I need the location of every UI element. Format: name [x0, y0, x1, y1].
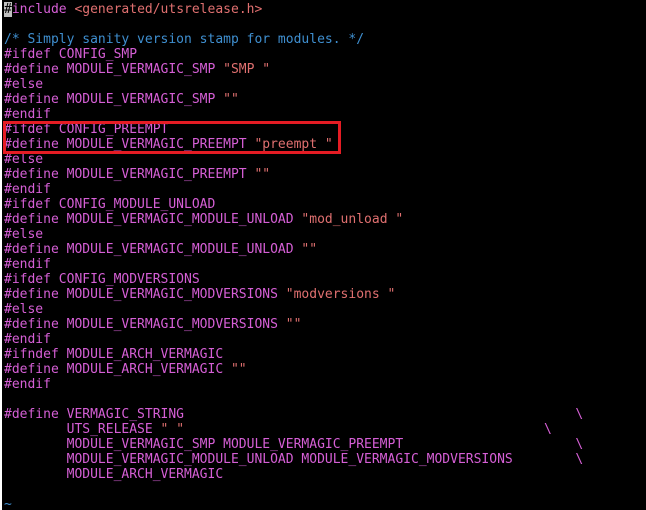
- code-line: #else: [4, 227, 583, 242]
- code-line: #endif: [4, 107, 583, 122]
- code-token: #define MODULE_VERMAGIC_PREEMPT: [4, 167, 255, 182]
- code-token: "SMP ": [223, 62, 271, 77]
- code-line: #endif: [4, 332, 583, 347]
- code-token: #ifndef MODULE_ARCH_VERMAGIC: [4, 347, 224, 362]
- code-token: #ifdef CONFIG_MODULE_UNLOAD: [4, 197, 216, 212]
- code-token: #define MODULE_ARCH_VERMAGIC: [4, 362, 231, 377]
- code-token: "": [230, 362, 247, 377]
- code-line: #define MODULE_VERMAGIC_PREEMPT "": [4, 167, 583, 182]
- code-token: #else: [4, 302, 44, 317]
- code-token: #define MODULE_VERMAGIC_MODVERSIONS: [4, 317, 286, 332]
- code-line: UTS_RELEASE " " \: [4, 422, 583, 437]
- code-line: #define MODULE_VERMAGIC_MODULE_UNLOAD "": [4, 242, 583, 257]
- code-line: #define MODULE_VERMAGIC_MODVERSIONS "": [4, 317, 583, 332]
- code-line: ~: [4, 497, 583, 510]
- source-code-view[interactable]: #include <generated/utsrelease.h> /* Simp…: [4, 2, 583, 510]
- code-line: #endif: [4, 377, 583, 392]
- code-line: #ifdef CONFIG_SMP: [4, 47, 583, 62]
- code-token: "modversions ": [285, 287, 396, 302]
- code-token: #else: [4, 77, 44, 92]
- code-token: #ifdef CONFIG_MODVERSIONS: [4, 272, 200, 287]
- code-token: #else: [4, 152, 44, 167]
- code-line: #else: [4, 152, 583, 167]
- code-token: #ifdef CONFIG_PREEMPT: [4, 122, 169, 137]
- code-token: #define MODULE_VERMAGIC_PREEMPT: [4, 137, 255, 152]
- code-line: #endif: [4, 182, 583, 197]
- code-token: #endif: [4, 182, 51, 197]
- code-token: #define MODULE_VERMAGIC_SMP: [4, 92, 224, 107]
- terminal-window[interactable]: #include <generated/utsrelease.h> /* Simp…: [2, 0, 646, 510]
- code-token: #define MODULE_VERMAGIC_SMP: [4, 62, 224, 77]
- code-token: "": [254, 167, 271, 182]
- code-line: #else: [4, 302, 583, 317]
- code-token: #define MODULE_VERMAGIC_MODVERSIONS: [4, 287, 286, 302]
- code-token: "mod_unload ": [301, 212, 404, 227]
- code-line: /* Simply sanity version stamp for modul…: [4, 32, 583, 47]
- code-token: <generated/utsrelease.h>: [74, 2, 263, 17]
- code-token: include: [11, 2, 75, 17]
- code-line: MODULE_ARCH_VERMAGIC: [4, 467, 583, 482]
- code-line: #define MODULE_ARCH_VERMAGIC "": [4, 362, 583, 377]
- code-line: #ifdef CONFIG_MODULE_UNLOAD: [4, 197, 583, 212]
- code-token: #endif: [4, 377, 51, 392]
- code-token: #define VERMAGIC_STRING \: [4, 407, 584, 422]
- code-token: "": [285, 317, 302, 332]
- code-line: #ifdef CONFIG_MODVERSIONS: [4, 272, 583, 287]
- code-token: #define MODULE_VERMAGIC_MODULE_UNLOAD: [4, 212, 302, 227]
- code-token: #define MODULE_VERMAGIC_MODULE_UNLOAD: [4, 242, 302, 257]
- code-token: \: [184, 422, 552, 437]
- code-line: MODULE_VERMAGIC_MODULE_UNLOAD MODULE_VER…: [4, 452, 584, 467]
- code-token: "preempt ": [254, 137, 333, 152]
- code-line: #ifndef MODULE_ARCH_VERMAGIC: [4, 347, 583, 362]
- code-token: " ": [160, 422, 185, 437]
- code-line: #define MODULE_VERMAGIC_SMP "": [4, 92, 583, 107]
- code-token: UTS_RELEASE: [4, 422, 161, 437]
- code-token: "": [223, 92, 239, 107]
- code-line: #define VERMAGIC_STRING \: [4, 407, 583, 422]
- code-line: #define MODULE_VERMAGIC_SMP "SMP ": [4, 62, 583, 77]
- code-line: MODULE_VERMAGIC_SMP MODULE_VERMAGIC_PREE…: [4, 437, 584, 452]
- code-token: MODULE_VERMAGIC_MODULE_UNLOAD MODULE_VER…: [4, 452, 584, 467]
- code-line: #include <generated/utsrelease.h>: [4, 2, 583, 17]
- code-token: MODULE_VERMAGIC_SMP MODULE_VERMAGIC_PREE…: [4, 437, 584, 452]
- code-token: #ifdef CONFIG_SMP: [4, 47, 138, 62]
- code-line: #ifdef CONFIG_PREEMPT: [4, 122, 583, 137]
- code-token: #endif: [4, 332, 51, 347]
- code-line: #endif: [4, 257, 583, 272]
- code-line: #define MODULE_VERMAGIC_PREEMPT "preempt…: [4, 137, 583, 152]
- code-token: /* Simply sanity version stamp for modul…: [4, 32, 365, 47]
- code-token: ~: [4, 497, 12, 510]
- code-line: #define MODULE_VERMAGIC_MODVERSIONS "mod…: [4, 287, 583, 302]
- code-token: #else: [4, 227, 44, 242]
- text-cursor: #: [4, 2, 12, 17]
- code-token: MODULE_ARCH_VERMAGIC: [4, 467, 224, 482]
- code-token: #endif: [4, 257, 51, 272]
- code-line: #define MODULE_VERMAGIC_MODULE_UNLOAD "m…: [4, 212, 583, 227]
- code-token: "": [301, 242, 318, 257]
- code-token: #endif: [4, 107, 51, 122]
- code-line: #else: [4, 77, 583, 92]
